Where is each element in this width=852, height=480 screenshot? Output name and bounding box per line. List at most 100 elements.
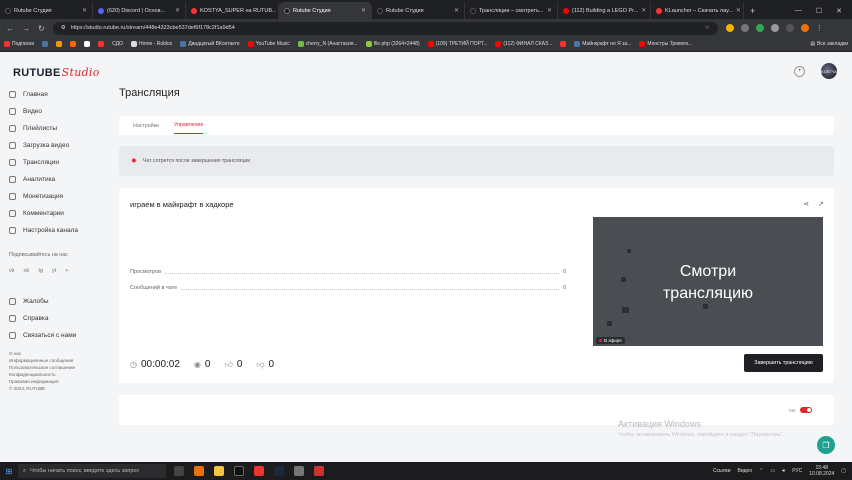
bookmark-item[interactable]: СДО <box>112 41 123 47</box>
bookmark-item[interactable] <box>560 41 567 47</box>
forward-icon[interactable]: → <box>22 24 30 33</box>
browser-tab[interactable]: KLauncher – Скачать лау... ✕ <box>651 2 744 19</box>
end-stream-button[interactable]: Завершить трансляцию <box>744 354 823 372</box>
avatar[interactable]: KOSTYA <box>821 63 837 79</box>
extension-icon[interactable] <box>725 24 734 32</box>
extension-icon[interactable] <box>755 24 764 32</box>
bookmark-item[interactable]: YouTube Music <box>247 41 290 47</box>
bookmark-star-icon[interactable]: ☆ <box>705 25 710 31</box>
taskbar-search[interactable]: ⌕ Чтобы начать поиск, введите здесь запро… <box>18 464 166 478</box>
browser-tab[interactable]: Rutube Студия ✕ <box>372 2 465 19</box>
sidebar-item-contact[interactable]: Связаться с нами <box>9 327 109 344</box>
sidebar-item-videos[interactable]: Видео <box>9 103 109 120</box>
menu-dots-icon[interactable]: ⋮ <box>816 24 823 32</box>
sidebar-item-help[interactable]: Справка <box>9 310 109 327</box>
browser-tab[interactable]: (620) Discord | Основ... ✕ <box>93 2 186 19</box>
bookmark-item[interactable]: (112) ФИНАЛ СКАЗ... <box>495 41 552 47</box>
browser-tab-active[interactable]: Rutube Студия ✕ <box>279 2 372 19</box>
task-view-icon[interactable] <box>174 466 184 476</box>
sidebar-item-playlists[interactable]: Плейлисты <box>9 120 109 137</box>
open-external-icon[interactable]: ↗ <box>818 200 824 208</box>
footer-link[interactable]: Конфиденциальность <box>9 371 109 378</box>
telegram-icon[interactable]: tg <box>38 268 43 274</box>
all-bookmarks-button[interactable]: ▤ Все закладки <box>810 41 848 47</box>
notifications-icon[interactable]: ▢ <box>841 468 846 474</box>
site-info-icon[interactable]: ⚙ <box>61 25 66 31</box>
add-content-icon[interactable]: + <box>794 65 805 77</box>
language-indicator[interactable]: РУС <box>792 468 802 474</box>
sidebar-item-upload[interactable]: Загрузка видео <box>9 137 109 154</box>
close-tab-icon[interactable]: ✕ <box>82 7 87 14</box>
browser-tab[interactable]: Rutube Студия ✕ <box>0 2 93 19</box>
bookmark-item[interactable]: Подписки <box>4 41 34 47</box>
bookmark-item[interactable] <box>84 41 91 47</box>
clock[interactable]: 15:48 10.08.2024 <box>809 465 834 477</box>
minimize-icon[interactable]: — <box>795 7 802 14</box>
network-icon[interactable]: ▭ <box>770 468 775 474</box>
sidebar-item-monetization[interactable]: Монетизация <box>9 188 109 205</box>
footer-link[interactable]: Правовая информация <box>9 378 109 385</box>
youtube-icon[interactable]: yt <box>52 268 56 274</box>
reload-icon[interactable]: ↻ <box>38 24 45 33</box>
bookmark-item[interactable]: Home - Roblox <box>130 41 172 47</box>
sidebar-item-channel-settings[interactable]: Настройка канала <box>9 222 109 239</box>
url-text[interactable]: https://studio.rutube.ru/stream/448e4323… <box>71 25 235 31</box>
vk-icon[interactable]: vk <box>9 268 15 274</box>
bookmark-item[interactable] <box>70 41 77 47</box>
close-tab-icon[interactable]: ✕ <box>175 7 180 14</box>
bookmark-item[interactable]: cherry_N (Анастасия... <box>297 41 358 47</box>
close-tab-icon[interactable]: ✕ <box>547 7 552 14</box>
bookmark-item[interactable]: Двадцатый ВКонтакте <box>180 41 240 47</box>
footer-link[interactable]: Пользовательское соглашение <box>9 364 109 371</box>
sidebar-item-analytics[interactable]: Аналитика <box>9 171 109 188</box>
close-tab-icon[interactable]: ✕ <box>361 7 366 14</box>
more-icon[interactable]: + <box>65 268 68 274</box>
windows-start-icon[interactable]: ⊞ <box>0 467 18 476</box>
extension-icon[interactable] <box>740 24 749 32</box>
bookmark-item[interactable]: Майнкрафт но Я за... <box>574 41 631 47</box>
app-icon[interactable] <box>294 466 304 476</box>
close-tab-icon[interactable]: ✕ <box>454 7 459 14</box>
bookmark-item[interactable]: file.php (3264×2448) <box>365 41 420 47</box>
bookmark-item[interactable]: (109) ТРЕТИЙ ПОРТ... <box>427 41 487 47</box>
back-icon[interactable]: ← <box>6 24 14 33</box>
address-bar[interactable]: ⚙ https://studio.rutube.ru/stream/448e43… <box>52 21 718 35</box>
sidebar-item-complaints[interactable]: Жалобы <box>9 293 109 310</box>
sidebar-item-streams[interactable]: Трансляции <box>9 154 109 171</box>
ok-icon[interactable]: ok <box>24 268 30 274</box>
bookmark-item[interactable]: Монстры Тревоги... <box>639 41 692 47</box>
file-explorer-icon[interactable] <box>214 466 224 476</box>
chat-toggle[interactable] <box>800 407 812 413</box>
media-player-icon[interactable] <box>254 466 264 476</box>
share-icon[interactable]: ⋖ <box>803 200 809 208</box>
rutube-studio-logo[interactable]: RUTUBEStudio <box>13 66 100 79</box>
stream-preview[interactable]: Смотри трансляцию В эфире <box>593 217 823 346</box>
tab-settings[interactable]: Настройки <box>133 123 159 129</box>
new-tab-button[interactable]: + <box>744 2 761 19</box>
profile-icon[interactable] <box>800 24 809 32</box>
tiktok-icon[interactable] <box>234 466 244 476</box>
steam-icon[interactable] <box>274 466 284 476</box>
chrome-icon[interactable] <box>194 466 204 476</box>
sidepanel-icon[interactable] <box>785 24 794 32</box>
browser-tab[interactable]: KOSTYA_SUPER на RUTUB...✕ <box>186 2 279 19</box>
footer-link[interactable]: О нас <box>9 350 109 357</box>
bookmark-item[interactable] <box>42 41 49 47</box>
sidebar-item-home[interactable]: Главная <box>9 86 109 103</box>
obs-icon[interactable] <box>314 466 324 476</box>
browser-tab[interactable]: (112) Building a LEGO Pr... ✕ <box>558 2 651 19</box>
bookmark-item[interactable] <box>56 41 63 47</box>
tray-links[interactable]: Ссылки <box>713 468 731 474</box>
bookmark-item[interactable] <box>98 41 105 47</box>
extensions-puzzle-icon[interactable] <box>770 24 779 32</box>
support-chat-button[interactable]: ❐ <box>817 436 835 454</box>
maximize-icon[interactable]: ☐ <box>816 7 822 15</box>
close-window-icon[interactable]: ✕ <box>836 7 842 15</box>
close-tab-icon[interactable]: ✕ <box>641 7 646 14</box>
tray-video[interactable]: Видео <box>738 468 753 474</box>
tray-arrow-icon[interactable]: ⌃ <box>759 468 763 474</box>
sidebar-item-comments[interactable]: Комментарии <box>9 205 109 222</box>
browser-tab[interactable]: Трансляции – смотреть... ✕ <box>465 2 558 19</box>
footer-link[interactable]: Информационные сообщения <box>9 357 109 364</box>
volume-icon[interactable]: 🔊︎ <box>782 468 785 474</box>
